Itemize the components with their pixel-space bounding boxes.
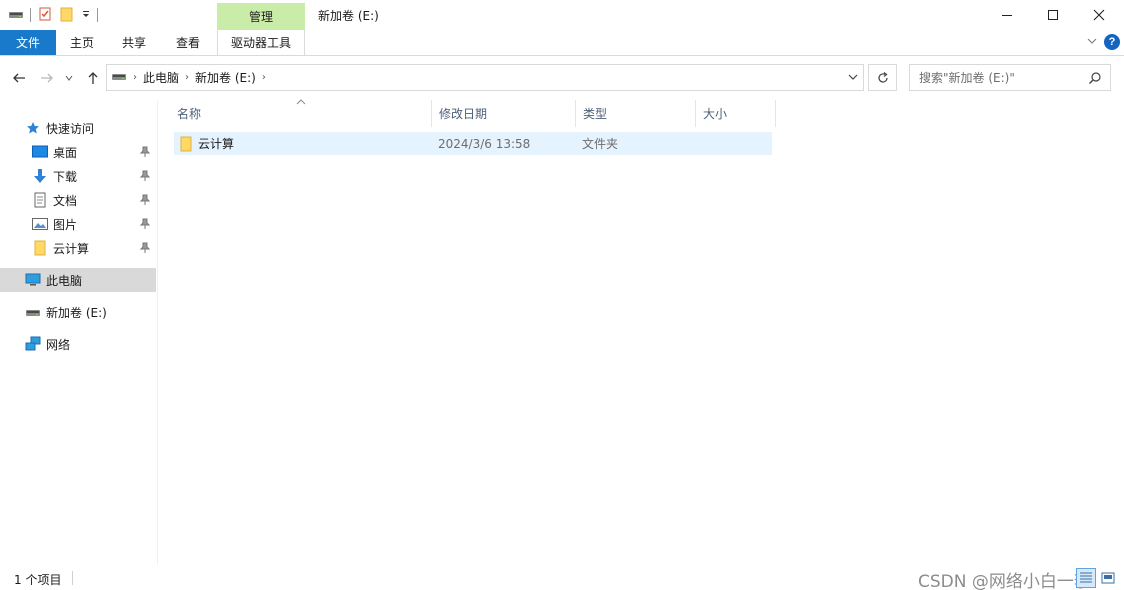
qat-dropdown-icon[interactable] <box>81 8 91 22</box>
breadcrumb-chevron-icon[interactable]: › <box>133 72 137 83</box>
ribbon-tabs: 文件 主页 共享 查看 驱动器工具 ? <box>0 30 1124 56</box>
star-icon <box>24 119 42 137</box>
sidebar-item-cloud-computing[interactable]: 云计算 <box>0 236 156 260</box>
forward-button[interactable] <box>37 68 57 88</box>
navigation-pane: 快速访问 桌面 下载 文档 图片 云计算 此电脑 新加卷 (E:) 网络 <box>0 100 158 565</box>
table-row[interactable]: 云计算 2024/3/6 13:58 文件夹 <box>174 132 772 155</box>
properties-icon[interactable] <box>37 6 53 25</box>
document-icon <box>31 191 49 209</box>
sidebar-item-label: 桌面 <box>53 145 78 160</box>
details-view-icon <box>1080 572 1092 583</box>
sidebar-item-this-pc[interactable]: 此电脑 <box>0 268 156 292</box>
column-header-size[interactable]: 大小 <box>696 100 776 127</box>
title-bar: 管理 新加卷 (E:) <box>0 0 1124 30</box>
minimize-button[interactable] <box>984 0 1030 30</box>
new-folder-icon[interactable] <box>59 6 75 25</box>
navigation-bar: › 此电脑 › 新加卷 (E:) › <box>0 56 1124 100</box>
desktop-icon <box>31 143 49 161</box>
sidebar-item-drive-e[interactable]: 新加卷 (E:) <box>0 300 156 324</box>
breadcrumb-this-pc[interactable]: 此电脑 <box>143 69 179 86</box>
address-dropdown-icon[interactable] <box>847 71 859 86</box>
qat-separator <box>97 8 98 22</box>
sidebar-item-quick-access[interactable]: 快速访问 <box>0 116 156 140</box>
address-bar[interactable]: › 此电脑 › 新加卷 (E:) › <box>106 64 864 91</box>
view-switcher <box>1076 568 1118 588</box>
file-name[interactable]: 云计算 <box>198 132 234 155</box>
item-count: 1 个项目 <box>14 573 62 587</box>
breadcrumb-chevron-icon[interactable]: › <box>262 72 266 83</box>
status-separator <box>72 571 73 585</box>
window-title: 新加卷 (E:) <box>318 9 379 23</box>
up-button[interactable] <box>83 68 103 88</box>
breadcrumb-drive[interactable]: 新加卷 (E:) <box>195 69 256 86</box>
search-icon[interactable] <box>1088 71 1102 88</box>
back-button[interactable] <box>9 68 29 88</box>
pin-icon[interactable] <box>139 170 151 185</box>
watermark: CSDN @网络小白一李 <box>918 572 1091 590</box>
status-bar: 1 个项目 CSDN @网络小白一李 <box>0 565 1124 590</box>
pin-icon[interactable] <box>139 242 151 257</box>
sidebar-item-network[interactable]: 网络 <box>0 332 156 356</box>
tab-view[interactable]: 查看 <box>160 30 216 55</box>
search-box[interactable] <box>909 64 1111 91</box>
sidebar-item-label: 此电脑 <box>46 273 83 288</box>
column-header-modified[interactable]: 修改日期 <box>432 100 576 127</box>
tab-drive-tools[interactable]: 驱动器工具 <box>217 30 305 55</box>
drive-icon <box>24 303 42 321</box>
computer-icon <box>24 271 42 289</box>
help-icon[interactable]: ? <box>1104 34 1120 50</box>
sidebar-item-desktop[interactable]: 桌面 <box>0 140 156 164</box>
large-icons-view-button[interactable] <box>1098 568 1118 588</box>
details-view-button[interactable] <box>1076 568 1096 588</box>
pin-icon[interactable] <box>139 194 151 209</box>
ribbon-controls: ? <box>1086 34 1120 50</box>
context-tab-header: 管理 <box>217 3 305 30</box>
pin-icon[interactable] <box>139 218 151 233</box>
download-arrow-icon <box>31 167 49 185</box>
sidebar-item-label: 网络 <box>46 337 71 352</box>
breadcrumb-chevron-icon[interactable]: › <box>185 72 189 83</box>
drive-icon <box>111 70 127 85</box>
search-input[interactable] <box>919 70 1087 85</box>
refresh-button[interactable] <box>868 64 897 91</box>
sidebar-item-pictures[interactable]: 图片 <box>0 212 156 236</box>
sidebar-item-downloads[interactable]: 下载 <box>0 164 156 188</box>
file-list: 名称 修改日期 类型 大小 云计算 2024/3/6 13:58 文件夹 <box>160 99 1124 565</box>
sidebar-item-label: 快速访问 <box>46 121 95 136</box>
sidebar-item-documents[interactable]: 文档 <box>0 188 156 212</box>
sidebar-item-label: 文档 <box>53 193 78 208</box>
tab-home[interactable]: 主页 <box>56 30 108 55</box>
close-button[interactable] <box>1076 0 1122 30</box>
sidebar-item-label: 图片 <box>53 217 78 232</box>
sidebar-item-label: 新加卷 (E:) <box>46 305 107 320</box>
network-icon <box>24 335 42 353</box>
refresh-icon <box>877 71 888 83</box>
tab-share[interactable]: 共享 <box>108 30 160 55</box>
file-modified: 2024/3/6 13:58 <box>438 136 531 151</box>
maximize-button[interactable] <box>1030 0 1076 30</box>
file-type: 文件夹 <box>582 137 619 151</box>
quick-access-toolbar <box>8 6 98 24</box>
folder-icon <box>31 239 49 257</box>
folder-icon <box>179 132 193 155</box>
pin-icon[interactable] <box>139 146 151 161</box>
picture-icon <box>31 215 49 233</box>
sidebar-item-label: 云计算 <box>53 241 90 256</box>
tab-file[interactable]: 文件 <box>0 30 56 55</box>
qat-separator <box>30 8 31 22</box>
drive-icon <box>8 8 24 23</box>
expand-ribbon-icon[interactable] <box>1086 35 1098 50</box>
recent-locations-button[interactable] <box>62 68 76 88</box>
large-icons-view-icon <box>1101 572 1115 584</box>
sidebar-item-label: 下载 <box>53 169 78 184</box>
column-header-name[interactable]: 名称 <box>170 100 432 127</box>
column-header-type[interactable]: 类型 <box>576 100 696 127</box>
